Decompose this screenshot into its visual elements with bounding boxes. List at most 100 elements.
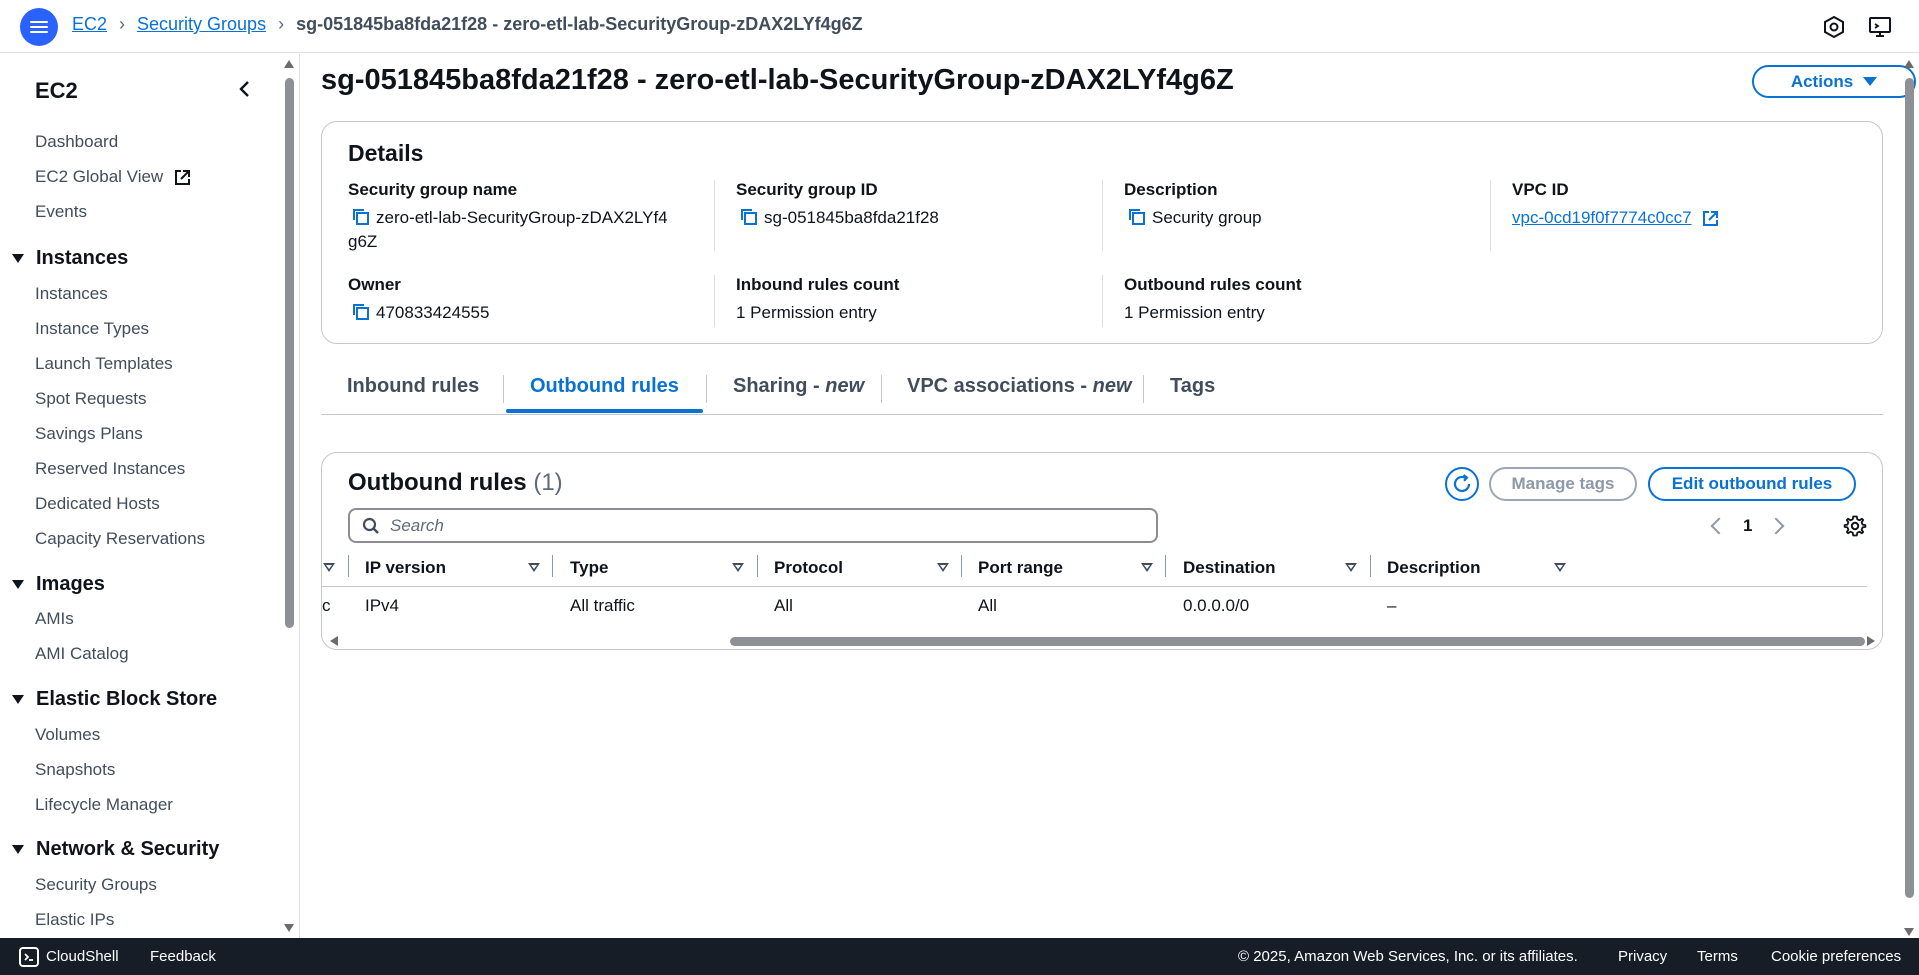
sidebar-item-dedicated-hosts[interactable]: Dedicated Hosts: [35, 494, 160, 514]
breadcrumb-ec2[interactable]: EC2: [72, 14, 107, 35]
sidebar-scrollbar[interactable]: [284, 60, 294, 932]
main-scrollbar[interactable]: [1903, 60, 1915, 936]
chevron-left-icon[interactable]: [234, 78, 256, 100]
refresh-button[interactable]: [1445, 467, 1479, 501]
sidebar-item-security-groups[interactable]: Security Groups: [35, 875, 157, 895]
sidebar-section-network-security[interactable]: Network & Security: [12, 838, 219, 861]
column-header-ip-version[interactable]: IP version: [365, 558, 446, 578]
sidebar-item-spot-requests[interactable]: Spot Requests: [35, 389, 147, 409]
sidebar-item-dashboard[interactable]: Dashboard: [35, 132, 118, 152]
manage-tags-button[interactable]: Manage tags: [1489, 467, 1637, 501]
cloudshell-icon[interactable]: [19, 947, 39, 967]
sidebar-item-events[interactable]: Events: [35, 202, 87, 222]
cookie-preferences-link[interactable]: Cookie preferences: [1771, 948, 1901, 965]
sidebar-item-snapshots[interactable]: Snapshots: [35, 760, 115, 780]
scrollbar-thumb[interactable]: [1905, 78, 1914, 898]
display-settings-icon[interactable]: [1868, 15, 1892, 39]
scroll-down-icon[interactable]: [284, 924, 294, 932]
edit-outbound-rules-button[interactable]: Edit outbound rules: [1648, 467, 1856, 501]
sidebar-item-instance-types[interactable]: Instance Types: [35, 319, 149, 339]
sg-name-value-line1: zero-etl-lab-SecurityGroup-zDAX2LYf4: [376, 208, 668, 227]
gear-icon[interactable]: [1843, 514, 1867, 538]
scroll-left-icon[interactable]: [330, 636, 338, 646]
page-number[interactable]: 1: [1743, 516, 1752, 536]
tab-outbound-rules[interactable]: Outbound rules: [530, 375, 679, 398]
breadcrumb: EC2 › Security Groups › sg-051845ba8fda2…: [72, 14, 863, 35]
pagination: 1: [1710, 513, 1785, 539]
scroll-down-icon[interactable]: [1904, 928, 1914, 936]
sidebar-section-images[interactable]: Images: [12, 573, 105, 596]
sidebar-section-elastic-block-store[interactable]: Elastic Block Store: [12, 688, 217, 711]
chevron-right-icon: ›: [119, 14, 126, 34]
tab-label: Inbound rules: [347, 375, 480, 397]
scrollbar-thumb[interactable]: [285, 78, 294, 628]
copy-icon[interactable]: [740, 208, 758, 226]
tab-inbound-rules[interactable]: Inbound rules: [347, 375, 479, 398]
privacy-link[interactable]: Privacy: [1618, 948, 1667, 965]
field-value: 1 Permission entry: [736, 303, 877, 322]
sidebar-item-capacity-reservations[interactable]: Capacity Reservations: [35, 529, 205, 549]
sort-icon[interactable]: [528, 563, 540, 572]
scrollbar-thumb[interactable]: [730, 637, 1865, 646]
column-resizer[interactable]: [961, 555, 962, 577]
column-resizer[interactable]: [552, 555, 553, 577]
search-input[interactable]: [390, 515, 1130, 536]
column-resizer[interactable]: [1165, 555, 1166, 577]
column-header-port-range[interactable]: Port range: [978, 558, 1063, 578]
sort-icon[interactable]: [1554, 563, 1566, 572]
vpc-id-link[interactable]: vpc-0cd19f0f7774c0cc7: [1512, 208, 1692, 227]
sidebar-item-launch-templates[interactable]: Launch Templates: [35, 354, 173, 374]
tab-tags[interactable]: Tags: [1170, 375, 1215, 398]
sidebar-section-instances[interactable]: Instances: [12, 247, 128, 270]
search-field[interactable]: [348, 508, 1158, 543]
scroll-up-icon[interactable]: [1904, 60, 1914, 68]
cloudshell-link[interactable]: CloudShell: [46, 948, 119, 965]
copy-icon[interactable]: [1128, 208, 1146, 226]
column-resizer[interactable]: [757, 555, 758, 577]
sidebar-section-label: Instances: [36, 247, 129, 269]
column-resizer[interactable]: [348, 555, 349, 577]
tab-sharing[interactable]: Sharing - new: [733, 375, 864, 398]
actions-button[interactable]: Actions: [1752, 65, 1916, 98]
sidebar-item-amis[interactable]: AMIs: [35, 609, 74, 629]
sidebar-item-ami-catalog[interactable]: AMI Catalog: [35, 644, 129, 664]
refresh-icon: [1453, 474, 1471, 493]
sort-icon[interactable]: [732, 563, 744, 572]
external-link-icon[interactable]: [1702, 210, 1719, 227]
sort-icon[interactable]: [323, 563, 335, 572]
scroll-right-icon[interactable]: [1867, 636, 1875, 646]
scroll-up-icon[interactable]: [284, 60, 294, 68]
sort-icon[interactable]: [937, 563, 949, 572]
field-label: Security group ID: [736, 180, 878, 199]
notifications-hexagon-icon[interactable]: [1822, 15, 1846, 39]
sidebar-item-volumes[interactable]: Volumes: [35, 725, 100, 745]
feedback-link[interactable]: Feedback: [150, 948, 216, 965]
sidebar-item-savings-plans[interactable]: Savings Plans: [35, 424, 143, 444]
sidebar-item-instances[interactable]: Instances: [35, 284, 108, 304]
chevron-left-icon[interactable]: [1710, 517, 1728, 535]
sidebar-section-label: Elastic Block Store: [36, 688, 218, 710]
column-header-destination[interactable]: Destination: [1183, 558, 1276, 578]
column-header-type[interactable]: Type: [570, 558, 608, 578]
column-header-description[interactable]: Description: [1387, 558, 1481, 578]
sidebar-item-ec2-global-view[interactable]: EC2 Global View: [35, 167, 191, 187]
tabs: Inbound rules Outbound rules Sharing - n…: [321, 355, 1883, 415]
sidebar-item-elastic-ips[interactable]: Elastic IPs: [35, 910, 114, 930]
terms-link[interactable]: Terms: [1697, 948, 1738, 965]
copy-icon[interactable]: [352, 303, 370, 321]
sidebar-item-lifecycle-manager[interactable]: Lifecycle Manager: [35, 795, 173, 815]
copy-icon[interactable]: [352, 208, 370, 226]
sort-icon[interactable]: [1345, 563, 1357, 572]
menu-button[interactable]: [20, 8, 58, 46]
column-resizer[interactable]: [1370, 555, 1371, 577]
chevron-right-icon[interactable]: [1767, 517, 1785, 535]
column-header-protocol[interactable]: Protocol: [774, 558, 843, 578]
breadcrumb-security-groups[interactable]: Security Groups: [137, 14, 266, 35]
table-horizontal-scrollbar[interactable]: [330, 636, 1875, 646]
tab-vpc-associations[interactable]: VPC associations - new: [907, 375, 1132, 398]
active-tab-indicator: [506, 409, 703, 413]
caret-down-icon: [12, 695, 24, 704]
sort-icon[interactable]: [1141, 563, 1153, 572]
field-label: Security group name: [348, 180, 518, 199]
sidebar-item-reserved-instances[interactable]: Reserved Instances: [35, 459, 185, 479]
